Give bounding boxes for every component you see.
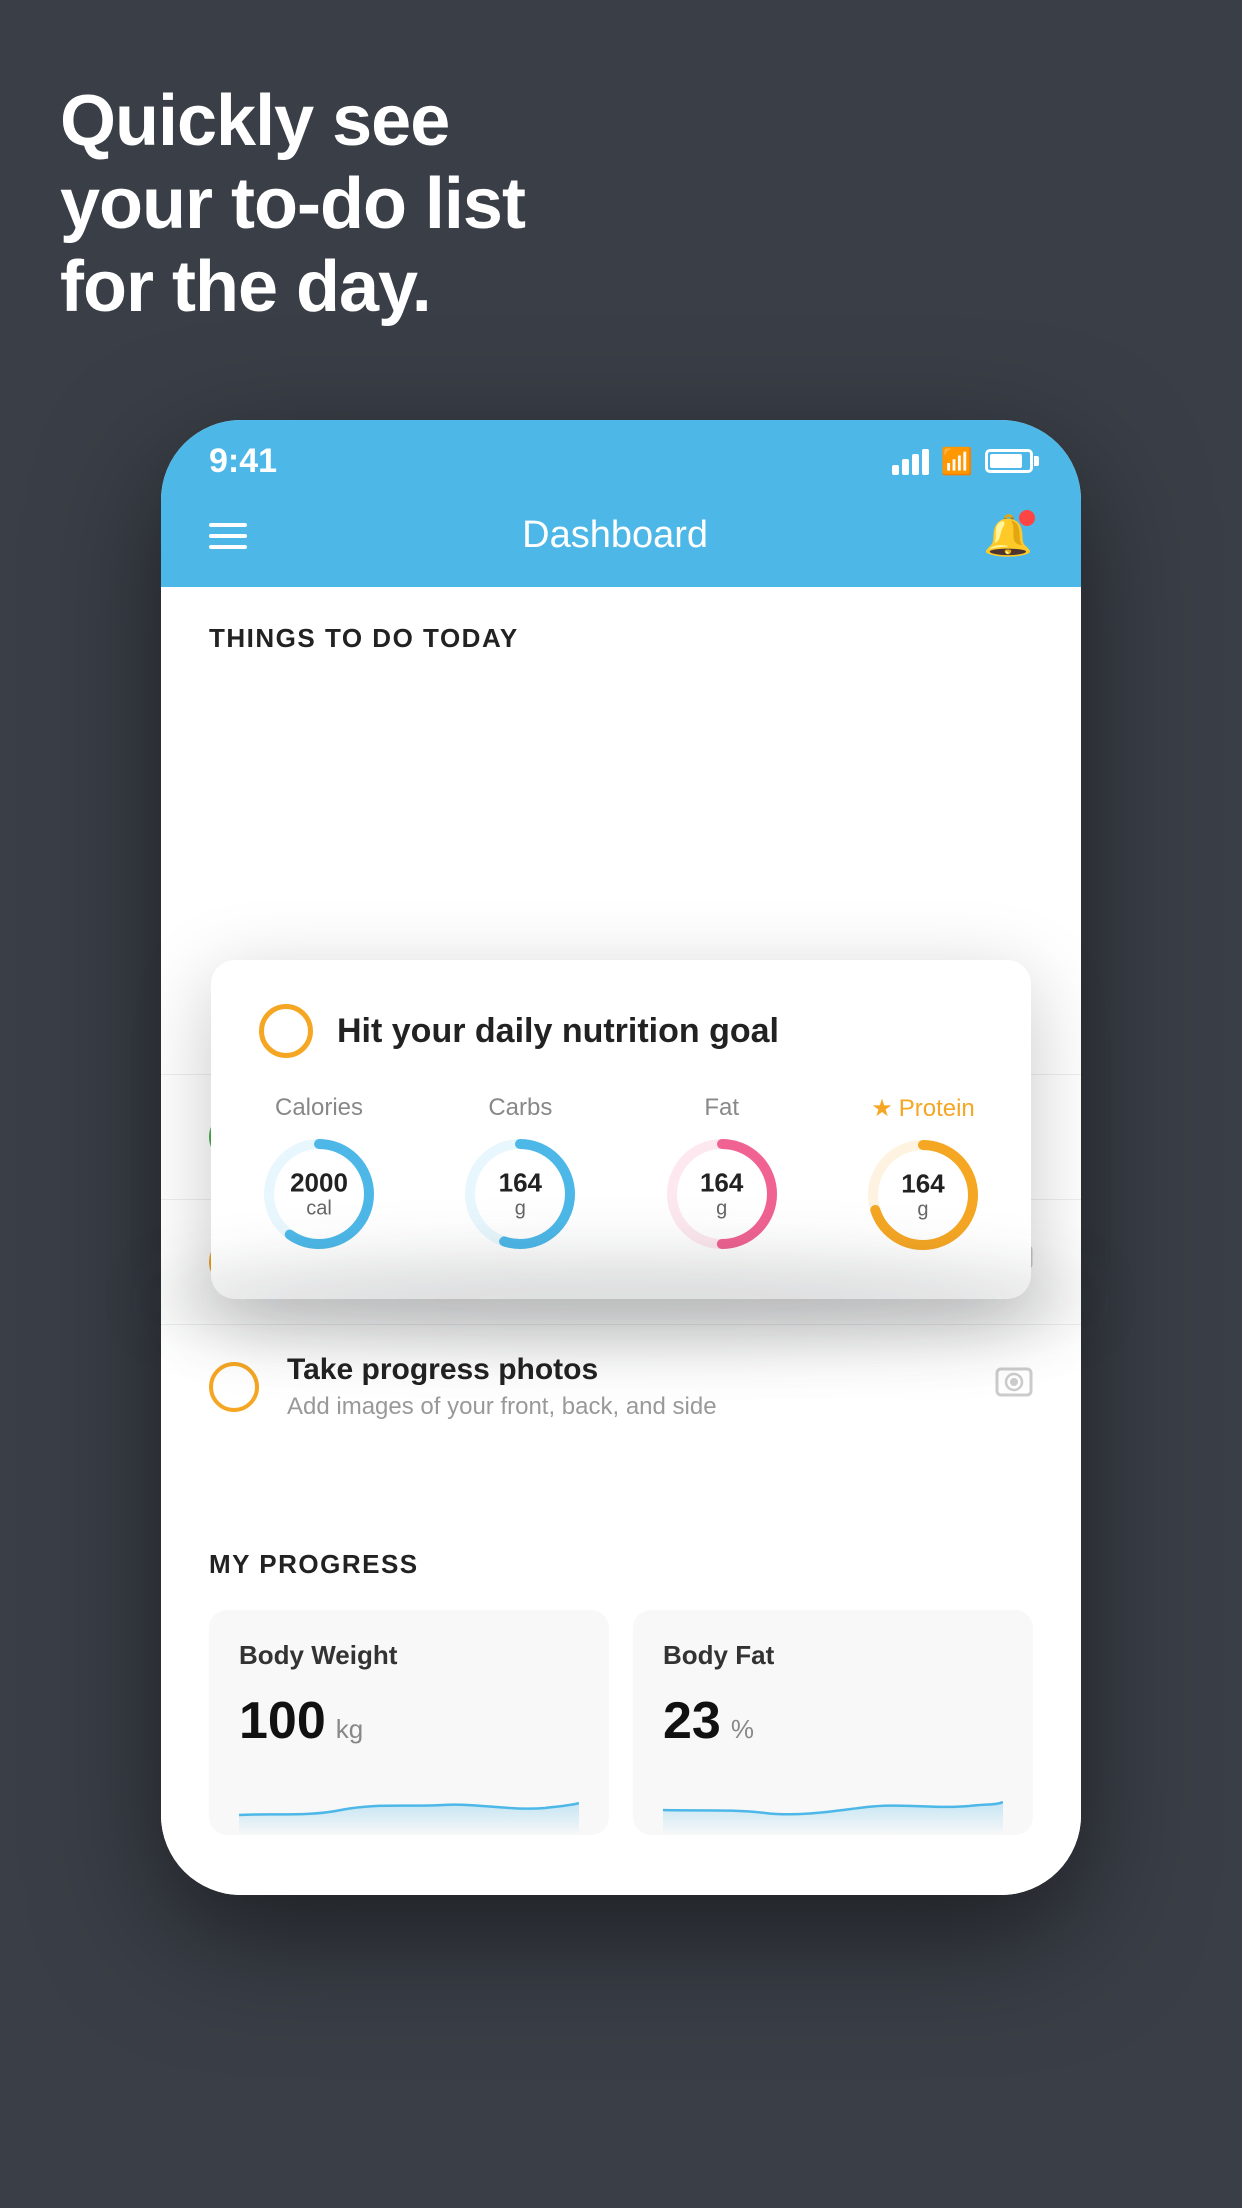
status-bar: 9:41 📶 xyxy=(161,420,1081,492)
todo-item-progress-photos[interactable]: Take progress photos Add images of your … xyxy=(161,1324,1081,1449)
dashboard-title: Dashboard xyxy=(522,514,708,557)
protein-label: ★Protein xyxy=(871,1094,975,1123)
nutrition-check-circle[interactable] xyxy=(259,1004,313,1058)
todo-subtitle-progress-photos: Add images of your front, back, and side xyxy=(287,1393,967,1421)
app-header: Dashboard 🔔 xyxy=(161,492,1081,587)
calories-value: 2000 cal xyxy=(290,1169,348,1220)
body-fat-value: 23 xyxy=(663,1691,721,1751)
body-weight-value: 100 xyxy=(239,1691,326,1751)
body-weight-chart xyxy=(239,1775,579,1835)
nutrition-card: Hit your daily nutrition goal Calories 2… xyxy=(211,960,1031,1299)
card-title-row: Hit your daily nutrition goal xyxy=(259,1004,983,1058)
hero-line3: for the day. xyxy=(60,246,525,329)
body-weight-card[interactable]: Body Weight 100 kg xyxy=(209,1610,609,1835)
star-icon: ★ xyxy=(871,1094,893,1123)
nutrition-carbs: Carbs 164 g xyxy=(460,1094,580,1255)
hero-text: Quickly see your to-do list for the day. xyxy=(60,80,525,328)
protein-circle: 164 g xyxy=(863,1135,983,1255)
body-weight-title: Body Weight xyxy=(239,1640,579,1671)
signal-bar-2 xyxy=(902,459,909,475)
battery-icon xyxy=(985,449,1033,473)
signal-bars-icon xyxy=(892,447,929,475)
status-time: 9:41 xyxy=(209,442,277,481)
signal-bar-1 xyxy=(892,465,899,475)
progress-section: MY PROGRESS Body Weight 100 kg xyxy=(161,1509,1081,1895)
progress-photos-icon xyxy=(995,1363,1033,1411)
notification-dot xyxy=(1019,510,1035,526)
body-fat-card[interactable]: Body Fat 23 % xyxy=(633,1610,1033,1835)
signal-bar-4 xyxy=(922,449,929,475)
hero-line1: Quickly see xyxy=(60,80,525,163)
fat-label: Fat xyxy=(704,1094,739,1122)
todo-title-progress-photos: Take progress photos xyxy=(287,1353,967,1387)
body-weight-value-row: 100 kg xyxy=(239,1691,579,1751)
nutrition-calories: Calories 2000 cal xyxy=(259,1094,379,1255)
fat-circle: 164 g xyxy=(662,1134,782,1254)
battery-fill xyxy=(990,454,1022,468)
body-fat-value-row: 23 % xyxy=(663,1691,1003,1751)
spacer-progress xyxy=(161,1449,1081,1509)
things-to-do-header: THINGS TO DO TODAY xyxy=(161,587,1081,674)
body-weight-unit: kg xyxy=(336,1714,363,1745)
todo-text-progress-photos: Take progress photos Add images of your … xyxy=(287,1353,967,1421)
phone-wrapper: 9:41 📶 Dashboard xyxy=(161,420,1081,1895)
floating-card-spacer xyxy=(161,674,1081,874)
progress-section-header: MY PROGRESS xyxy=(209,1549,1033,1580)
carbs-label: Carbs xyxy=(488,1094,552,1122)
carbs-circle: 164 g xyxy=(460,1134,580,1254)
hero-line2: your to-do list xyxy=(60,163,525,246)
card-shadow xyxy=(151,1259,1091,1339)
nutrition-fat: Fat 164 g xyxy=(662,1094,782,1255)
progress-cards: Body Weight 100 kg xyxy=(209,1610,1033,1835)
notification-bell-button[interactable]: 🔔 xyxy=(983,512,1033,559)
calories-circle: 2000 cal xyxy=(259,1134,379,1254)
nutrition-circles: Calories 2000 cal Carbs xyxy=(259,1094,983,1255)
todo-check-progress-photos[interactable] xyxy=(209,1362,259,1412)
protein-value: 164 g xyxy=(901,1170,944,1221)
signal-bar-3 xyxy=(912,454,919,475)
wifi-icon: 📶 xyxy=(941,446,973,477)
body-fat-unit: % xyxy=(731,1714,754,1745)
fat-value: 164 g xyxy=(700,1169,743,1220)
nutrition-card-title: Hit your daily nutrition goal xyxy=(337,1012,779,1051)
status-icons: 📶 xyxy=(892,446,1033,477)
calories-label: Calories xyxy=(275,1094,363,1122)
hamburger-menu-button[interactable] xyxy=(209,523,247,549)
nutrition-protein: ★Protein 164 g xyxy=(863,1094,983,1255)
body-fat-title: Body Fat xyxy=(663,1640,1003,1671)
carbs-value: 164 g xyxy=(499,1169,542,1220)
body-fat-chart xyxy=(663,1775,1003,1835)
